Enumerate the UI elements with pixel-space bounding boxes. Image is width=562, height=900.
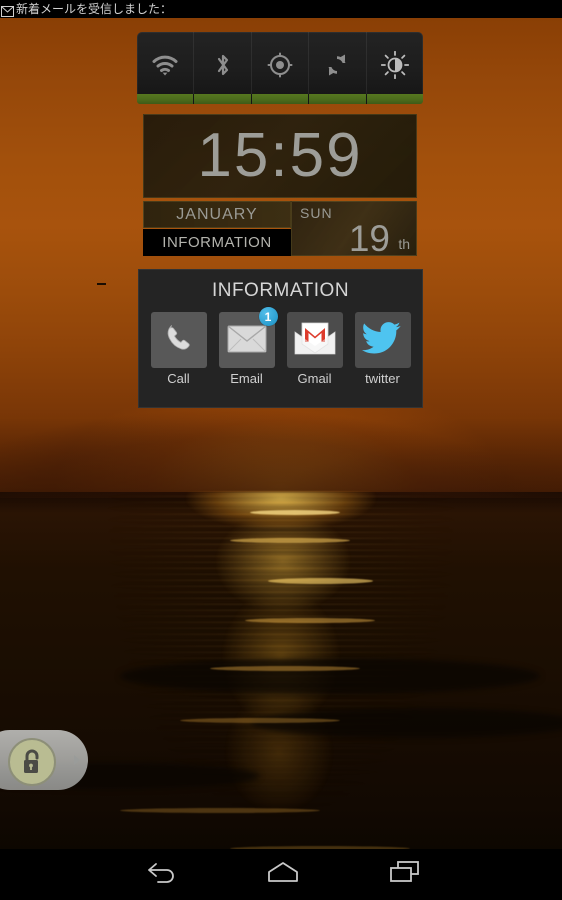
- app-label: Email: [230, 371, 263, 386]
- information-folder-panel: INFORMATION Call 1 Email Gmail twitter: [138, 269, 423, 408]
- wallpaper-glint: [230, 538, 350, 543]
- app-tile[interactable]: [150, 312, 207, 368]
- indicator-bluetooth: [194, 94, 252, 104]
- home-screen: 新着メールを受信しました： 15:59 JANUARY INFORMATION …: [0, 0, 562, 900]
- clock-month-text: JANUARY: [176, 205, 258, 223]
- information-app-list: Call 1 Email Gmail twitter: [139, 300, 422, 386]
- app-shortcut-gmail[interactable]: Gmail: [286, 312, 344, 386]
- clock-left-column: JANUARY INFORMATION: [143, 201, 291, 256]
- wallpaper-glint: [245, 618, 375, 623]
- clock-day-of-week: SUN: [300, 205, 333, 221]
- unlock-padlock-icon[interactable]: [8, 738, 56, 786]
- power-control-indicators: [137, 94, 423, 104]
- clock-time-panel[interactable]: 15:59: [143, 114, 417, 198]
- twitter-bird-icon: [361, 320, 405, 361]
- nav-back-button[interactable]: [106, 861, 216, 888]
- phone-icon: [159, 318, 199, 363]
- back-arrow-icon: [144, 861, 178, 888]
- new-mail-icon: [1, 4, 14, 17]
- clock-time-text: 15:59: [197, 121, 363, 190]
- nav-home-button[interactable]: [228, 861, 338, 888]
- toggle-bluetooth[interactable]: [194, 32, 252, 102]
- status-ticker-text: 新着メールを受信しました：: [16, 2, 173, 16]
- indicator-brightness: [366, 94, 423, 104]
- information-panel-title: INFORMATION: [211, 280, 350, 301]
- clock-info-label-box: INFORMATION: [143, 229, 291, 256]
- toggle-gps[interactable]: [252, 32, 310, 102]
- app-label: Gmail: [297, 371, 332, 386]
- wallpaper-glint: [120, 808, 320, 813]
- indicator-wifi: [137, 94, 195, 104]
- clock-date-box: SUN 19 th: [291, 201, 417, 259]
- toggle-brightness[interactable]: [367, 32, 423, 102]
- bluetooth-icon: [214, 52, 232, 83]
- clock-widget[interactable]: 15:59 JANUARY INFORMATION SUN 19 th: [143, 114, 417, 259]
- indicator-gps: [251, 94, 310, 104]
- status-bar[interactable]: 新着メールを受信しました：: [0, 0, 562, 18]
- app-shortcut-call[interactable]: Call: [150, 312, 208, 386]
- app-tile[interactable]: [354, 312, 411, 368]
- app-label: twitter: [365, 371, 400, 386]
- wifi-icon: [150, 53, 180, 82]
- recent-apps-icon: [389, 860, 421, 889]
- app-tile[interactable]: 1: [218, 307, 278, 368]
- app-label: Call: [167, 371, 190, 386]
- widget-resize-handle[interactable]: [97, 283, 106, 285]
- chevron-right-icon: [74, 755, 80, 765]
- wallpaper-glint: [268, 578, 373, 584]
- app-shortcut-email[interactable]: 1 Email: [218, 307, 278, 386]
- unlock-slider[interactable]: [0, 730, 88, 790]
- nav-recents-button[interactable]: [350, 860, 460, 889]
- clock-info-label-text: INFORMATION: [162, 234, 272, 251]
- envelope-icon: [227, 322, 267, 359]
- email-badge: 1: [258, 307, 278, 326]
- clock-day-suffix: th: [398, 236, 410, 252]
- app-shortcut-twitter[interactable]: twitter: [354, 312, 412, 386]
- wallpaper-wave: [250, 708, 562, 738]
- clock-month-box: JANUARY: [143, 201, 291, 228]
- indicator-sync: [309, 94, 367, 104]
- wallpaper-glint: [250, 510, 340, 515]
- location-icon: [267, 52, 293, 83]
- sync-icon: [324, 53, 350, 82]
- wallpaper-wave: [120, 658, 540, 694]
- status-ticker: 新着メールを受信しました：: [0, 2, 173, 17]
- clock-bottom-row: JANUARY INFORMATION SUN 19 th: [143, 201, 417, 259]
- app-tile[interactable]: [286, 312, 343, 368]
- power-control-widget[interactable]: [137, 32, 423, 102]
- brightness-icon: [380, 50, 409, 84]
- toggle-sync[interactable]: [309, 32, 367, 102]
- wallpaper-glint: [210, 666, 360, 671]
- wallpaper-glint: [180, 718, 340, 723]
- toggle-wifi[interactable]: [137, 32, 195, 102]
- home-icon: [265, 861, 301, 888]
- navigation-bar: [0, 849, 562, 900]
- clock-day-number: 19: [348, 218, 390, 259]
- gmail-icon: [293, 320, 337, 361]
